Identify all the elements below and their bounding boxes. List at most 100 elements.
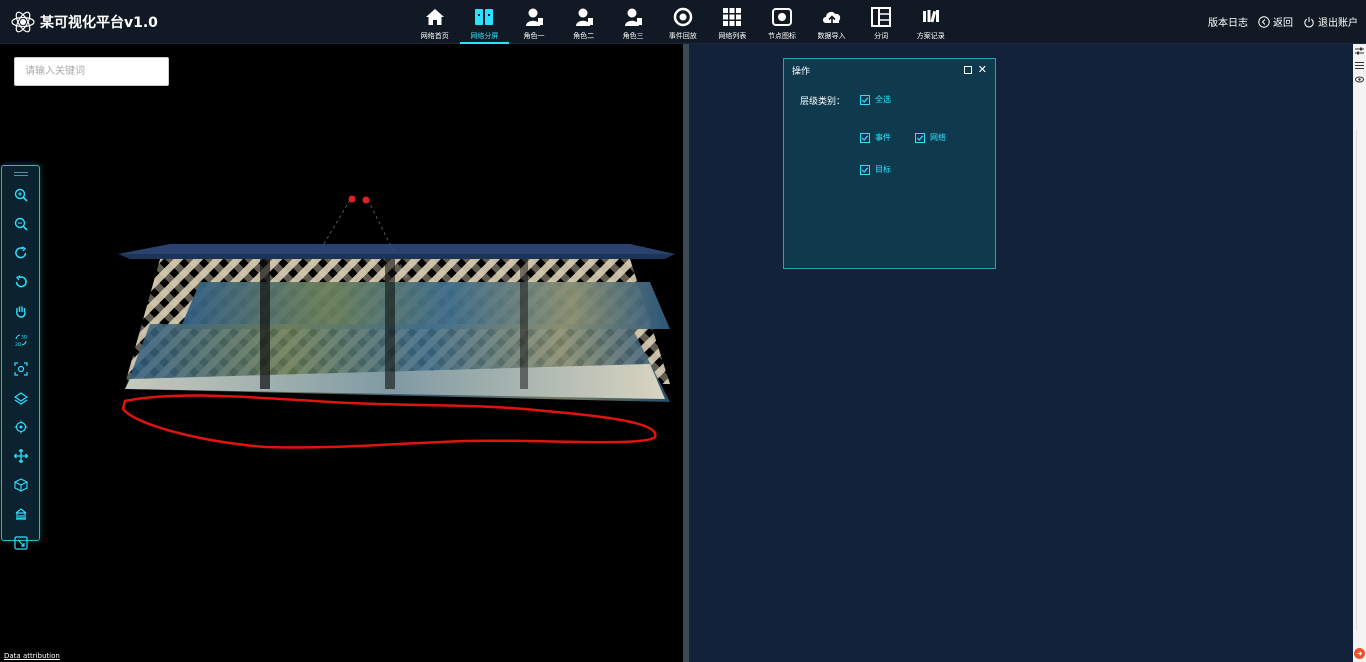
toolbar-drag-handle[interactable] — [13, 172, 28, 176]
main-nav: 网络首页 网络分屏 角色一 角色二 角色三 事件回放 网络列表 节点图标 数据导入 分词 方案记录 — [410, 0, 956, 44]
menu-icon[interactable] — [1353, 58, 1366, 72]
fit-tool[interactable] — [2, 528, 39, 557]
target-label: 目标 — [875, 165, 891, 174]
nav-item-cloud-upload[interactable]: 数据导入 — [807, 0, 857, 44]
network-view-pane[interactable]: 操作 ✕ 层级类别： 全选 事件 网络 目标 — [689, 44, 1353, 662]
logout-label: 退出账户 — [1318, 18, 1358, 29]
image-icon — [771, 6, 793, 28]
nav-label: 节点图标 — [767, 32, 796, 40]
back-circle-icon — [1258, 15, 1270, 28]
nav-label: 数据导入 — [817, 32, 846, 40]
locate-icon — [14, 420, 27, 433]
nav-label: 分词 — [874, 32, 889, 40]
nav-label: 网络分屏 — [470, 32, 499, 40]
person-icon — [573, 6, 595, 28]
locate-tool[interactable] — [2, 412, 39, 441]
header-actions: 版本日志 返回 退出账户 — [1208, 14, 1358, 29]
select-all-label: 全选 — [875, 95, 891, 104]
eye-icon[interactable] — [1353, 72, 1366, 86]
cube-tool[interactable] — [2, 470, 39, 499]
arrow-right-circle-icon[interactable] — [1354, 648, 1365, 659]
nav-item-image[interactable]: 节点图标 — [757, 0, 807, 44]
red-annotation-outline — [121, 394, 657, 449]
replay-icon — [672, 6, 694, 28]
2d-3d-icon: 3D2D — [15, 334, 28, 347]
top-header: 某可视化平台v1.0 网络首页 网络分屏 角色一 角色二 角色三 事件回放 网络列表 节点图标… — [0, 0, 1366, 44]
records-icon — [920, 6, 942, 28]
app-logo[interactable]: 某可视化平台v1.0 — [10, 8, 158, 36]
zoom-out-tool[interactable] — [2, 209, 39, 238]
nav-label: 事件回放 — [668, 32, 697, 40]
split-screen-icon — [473, 6, 495, 28]
checkbox-checked-icon — [860, 94, 870, 105]
nav-item-person[interactable]: 角色三 — [608, 0, 658, 44]
version-log-link[interactable]: 版本日志 — [1208, 14, 1248, 29]
nav-item-person[interactable]: 角色二 — [559, 0, 609, 44]
back-button[interactable]: 返回 — [1258, 14, 1293, 29]
version-log-label: 版本日志 — [1208, 18, 1248, 29]
2d-3d-tool[interactable]: 3D 2D — [2, 325, 39, 354]
node-marker[interactable] — [348, 195, 356, 203]
svg-text:3D: 3D — [21, 334, 28, 340]
side-scroll-track[interactable] — [1356, 130, 1363, 630]
panel-controls: ✕ — [963, 64, 987, 75]
logout-button[interactable]: 退出账户 — [1303, 14, 1358, 29]
layer-tool[interactable] — [2, 383, 39, 412]
map-toolbar: 3D 2D — [1, 165, 40, 550]
grid-icon — [721, 6, 743, 28]
maximize-icon[interactable] — [963, 66, 972, 74]
cube-icon — [13, 477, 28, 492]
atom-logo-icon — [11, 11, 35, 33]
checkbox-checked-icon — [860, 132, 870, 143]
person-icon — [622, 6, 644, 28]
panel-header[interactable]: 操作 ✕ — [784, 59, 995, 81]
panel-title: 操作 — [792, 66, 811, 77]
3d-view-pane[interactable]: 3D2D — [0, 44, 683, 662]
zoom-in-icon — [14, 188, 28, 202]
nav-item-home[interactable]: 网络首页 — [410, 0, 460, 44]
pan-hand-tool[interactable] — [2, 296, 39, 325]
event-checkbox[interactable]: 事件 — [860, 132, 891, 143]
move-tool[interactable] — [2, 441, 39, 470]
node-marker[interactable] — [362, 196, 370, 204]
move-icon — [13, 448, 28, 463]
nav-item-split-screen[interactable]: 网络分屏 — [459, 0, 510, 44]
operation-panel: 操作 ✕ 层级类别： 全选 事件 网络 目标 — [783, 58, 996, 269]
zoom-out-icon — [14, 217, 28, 231]
target-checkbox[interactable]: 目标 — [860, 164, 891, 175]
person-icon — [523, 6, 545, 28]
nav-item-person[interactable]: 角色一 — [509, 0, 559, 44]
focus-icon — [13, 361, 28, 376]
app-title: 某可视化平台v1.0 — [40, 15, 158, 31]
close-icon[interactable]: ✕ — [978, 64, 987, 75]
pan-hand-icon — [15, 306, 26, 318]
checkbox-checked-icon — [915, 132, 925, 143]
nav-label: 方案记录 — [916, 32, 945, 40]
sliders-icon[interactable] — [1353, 44, 1366, 58]
building-tool[interactable] — [2, 499, 39, 528]
power-icon — [1304, 16, 1314, 27]
nav-item-records[interactable]: 方案记录 — [906, 0, 956, 44]
nav-item-grid[interactable]: 网络列表 — [708, 0, 758, 44]
rotate-right-icon — [14, 245, 26, 258]
zoom-in-tool[interactable] — [2, 180, 39, 209]
cloud-upload-icon — [821, 6, 843, 28]
rotate-left-icon — [15, 274, 27, 287]
nav-label: 角色二 — [573, 32, 595, 40]
nav-item-replay[interactable]: 事件回放 — [658, 0, 708, 44]
focus-tool[interactable] — [2, 354, 39, 383]
rotate-right-tool[interactable] — [2, 238, 39, 267]
checkbox-checked-icon — [860, 164, 870, 175]
rotate-left-tool[interactable] — [2, 267, 39, 296]
category-label: 层级类别： — [800, 97, 846, 107]
nav-label: 网络列表 — [718, 32, 747, 40]
home-icon — [424, 6, 446, 28]
select-all-checkbox[interactable]: 全选 — [860, 94, 891, 105]
search-input[interactable] — [14, 57, 169, 86]
data-attribution-link[interactable]: Data attribution — [4, 652, 60, 660]
building-icon — [15, 507, 26, 520]
network-label: 网络 — [930, 133, 946, 142]
nav-item-layout[interactable]: 分词 — [856, 0, 906, 44]
network-checkbox[interactable]: 网络 — [915, 132, 946, 143]
nav-label: 角色三 — [622, 32, 644, 40]
